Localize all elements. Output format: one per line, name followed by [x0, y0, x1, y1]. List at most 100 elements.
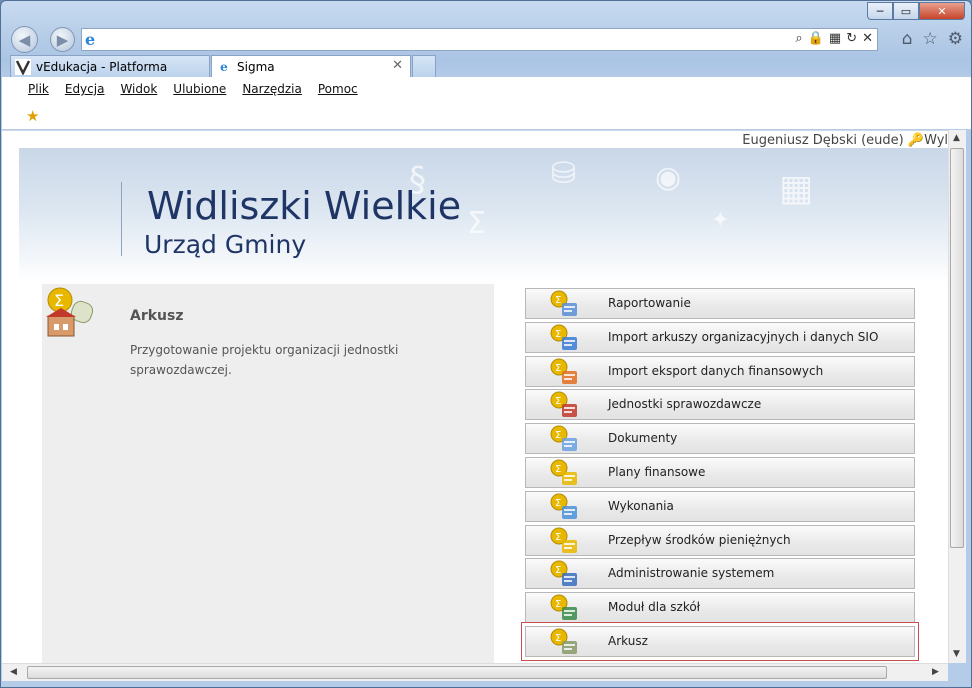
compatibility-icon[interactable]: ▦	[829, 31, 841, 46]
sigma-circle-icon: Σ	[467, 206, 486, 241]
module-item-2[interactable]: Σ Import arkuszy organizacyjnych i danych…	[525, 321, 915, 353]
module-item-8[interactable]: Σ Przepływ środków pieniężnych	[525, 524, 915, 556]
maximize-button[interactable]: ▭	[893, 2, 919, 20]
module-label: Plany finansowe	[608, 464, 706, 479]
module-label: Raportowanie	[608, 296, 691, 310]
home-icon[interactable]: ⌂	[902, 29, 913, 49]
cashflow-icon: Σ	[550, 527, 580, 555]
svg-text:Σ: Σ	[555, 633, 561, 644]
address-bar[interactable]: e ⌕ 🔒 ▦ ↻ ✕	[81, 28, 878, 51]
svg-text:Σ: Σ	[555, 565, 561, 576]
user-info: Eugeniusz Dębski (eude) 🔑Wyl	[742, 133, 948, 148]
svg-text:Σ: Σ	[555, 599, 561, 610]
svg-text:Σ: Σ	[555, 396, 561, 407]
svg-text:Σ: Σ	[555, 464, 561, 475]
svg-text:Σ: Σ	[555, 295, 561, 306]
module-label: Dokumenty	[608, 431, 678, 446]
close-window-button[interactable]: ✕	[919, 2, 965, 20]
stop-icon[interactable]: ✕	[862, 31, 873, 46]
menu-narzedzia[interactable]: Narzędzia	[242, 82, 302, 96]
module-label: Wykonania	[608, 498, 674, 513]
menu-plik[interactable]: Plik	[28, 82, 49, 96]
building-icon: Σ	[550, 391, 580, 419]
module-label: Moduł dla szkół	[608, 600, 701, 615]
module-item-9[interactable]: Σ Administrowanie systemem	[525, 558, 915, 590]
scroll-left-icon[interactable]: ◀	[10, 667, 17, 677]
scroll-right-icon[interactable]: ▶	[932, 667, 939, 677]
back-arrow-icon: ◀	[18, 30, 31, 49]
v-logo-icon	[15, 58, 31, 75]
module-label: Przepływ środków pieniężnych	[608, 532, 791, 547]
logout-link[interactable]: Wyl	[924, 133, 948, 148]
tab-sigma[interactable]: e Sigma ✕	[211, 55, 411, 77]
svg-text:Σ: Σ	[555, 363, 561, 374]
module-label: Jednostki sprawozdawcze	[608, 397, 762, 412]
back-button[interactable]: ◀	[11, 26, 38, 53]
execution-icon: Σ	[550, 493, 580, 521]
ie-page-icon: e	[85, 29, 96, 49]
menu-edycja[interactable]: Edycja	[65, 82, 105, 96]
new-tab-button[interactable]	[412, 55, 436, 77]
page-title: Widliszki Wielkie	[147, 184, 462, 228]
coin-icon: ◉	[655, 160, 682, 195]
forward-arrow-icon: ▶	[56, 30, 69, 49]
forward-button[interactable]: ▶	[50, 27, 75, 52]
horizontal-scroll-thumb[interactable]	[27, 666, 887, 679]
module-label: Administrowanie systemem	[608, 566, 775, 581]
window-controls: ─ ▭ ✕	[867, 2, 965, 21]
module-item-1[interactable]: Σ Raportowanie	[525, 288, 915, 319]
table-icon: ▦	[779, 168, 814, 209]
page-subtitle: Urząd Gminy	[144, 230, 307, 259]
search-icon[interactable]: ⌕	[795, 31, 802, 46]
module-label: Import eksport danych finansowych	[608, 363, 824, 378]
user-name: Eugeniusz Dębski (eude)	[742, 133, 904, 148]
lock-icon[interactable]: 🔒	[808, 31, 824, 46]
tab-vedukacja[interactable]: vEdukacja - Platforma	[10, 55, 210, 77]
module-item-3[interactable]: Σ Import eksport danych finansowych	[525, 355, 915, 387]
gear-icon[interactable]: ⚙	[948, 29, 963, 49]
page-content: Eugeniusz Dębski (eude) 🔑Wyl § Σ ⛁ ◉ ▦ ✦…	[2, 130, 948, 664]
svg-text:Σ: Σ	[555, 329, 561, 340]
module-item-7[interactable]: Σ Wykonania	[525, 490, 915, 522]
coins-icon: Σ	[550, 459, 580, 487]
module-item-11[interactable]: Σ Arkusz	[521, 621, 919, 661]
panel-title: Arkusz	[130, 308, 184, 324]
coins-icon: ⛁	[551, 156, 577, 191]
browser-window: ─ ▭ ✕ ◀ ▶ e ⌕ 🔒 ▦ ↻ ✕ ⌂ ☆ ⚙ vEdukacja - …	[0, 0, 972, 688]
key-icon: 🔑	[907, 133, 925, 148]
menu-pomoc[interactable]: Pomoc	[318, 82, 358, 96]
banner-divider	[121, 182, 122, 256]
worksheet-icon: Σ	[44, 286, 96, 338]
scroll-down-icon[interactable]: ▼	[953, 649, 960, 659]
import-export-icon: Σ	[550, 358, 580, 386]
module-info-panel: Σ Arkusz Przygotowanie projektu organiza…	[42, 284, 494, 664]
module-list: Σ Raportowanie Σ Import arkuszy organizacyj…	[521, 288, 919, 661]
documents-icon: Σ	[550, 425, 580, 453]
module-item-10[interactable]: Σ Moduł dla szkół	[525, 592, 915, 624]
menu-ulubione[interactable]: Ulubione	[173, 82, 226, 96]
module-label: Import arkuszy organizacyjnych i danych …	[608, 329, 879, 344]
arrows-icon: ✦	[711, 208, 730, 233]
svg-text:Σ: Σ	[54, 291, 64, 310]
favorites-star-icon[interactable]: ☆	[923, 29, 938, 49]
school-board-icon: Σ	[550, 594, 580, 622]
tab-label: Sigma	[237, 59, 275, 74]
module-label: Arkusz	[608, 633, 648, 648]
menu-widok[interactable]: Widok	[120, 82, 157, 96]
add-favorite-icon[interactable]: ★	[26, 107, 39, 125]
module-item-5[interactable]: Σ Dokumenty	[525, 423, 915, 455]
tab-label: vEdukacja - Platforma	[36, 59, 168, 74]
minimize-button[interactable]: ─	[867, 2, 893, 20]
close-tab-icon[interactable]: ✕	[392, 58, 403, 73]
refresh-icon[interactable]: ↻	[846, 31, 857, 46]
vertical-scrollbar[interactable]: ▲ ▼	[948, 130, 966, 663]
report-icon: Σ	[550, 290, 580, 318]
horizontal-scrollbar[interactable]: ◀ ▶	[2, 663, 948, 681]
svg-text:Σ: Σ	[555, 430, 561, 441]
svg-text:Σ: Σ	[555, 498, 561, 509]
module-item-6[interactable]: Σ Plany finansowe	[525, 456, 915, 488]
scroll-up-icon[interactable]: ▲	[953, 133, 960, 143]
vertical-scroll-thumb[interactable]	[950, 148, 964, 548]
admin-gears-icon: Σ	[550, 560, 580, 588]
module-item-4[interactable]: Σ Jednostki sprawozdawcze	[525, 389, 915, 421]
